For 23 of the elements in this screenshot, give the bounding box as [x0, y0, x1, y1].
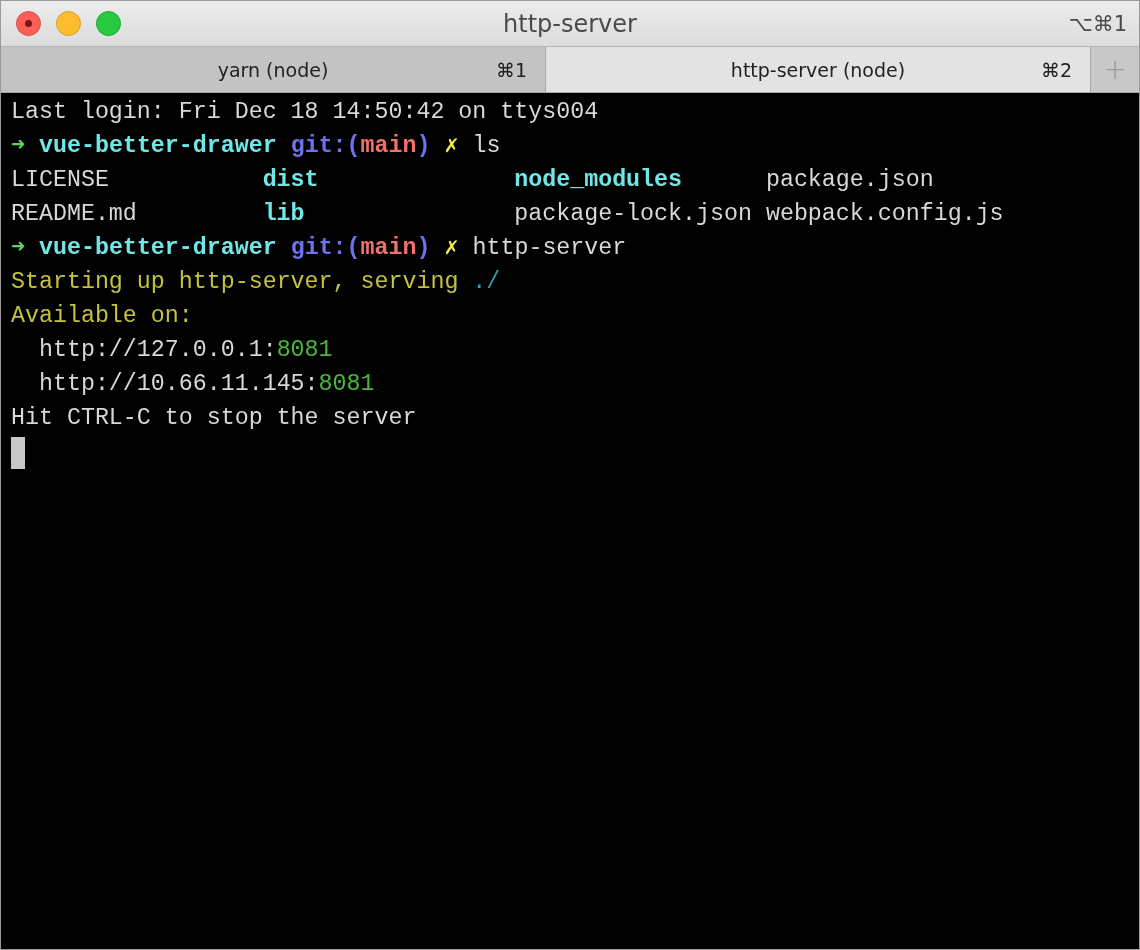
terminal-line: Last login: Fri Dec 18 14:50:42 on ttys004	[11, 98, 600, 127]
terminal-line: Available on:	[11, 302, 194, 331]
tab[interactable]: yarn (node) ⌘1	[1, 47, 546, 92]
directory-name: dist	[262, 166, 319, 195]
directory-name: node_modules	[514, 166, 683, 195]
terminal-line: http://127.0.0.1:8081	[37, 336, 334, 365]
file-name: package-lock.json	[514, 200, 752, 229]
terminal-line: Starting up http-server, serving ./	[11, 268, 502, 297]
file-name: package.json	[765, 166, 934, 195]
zoom-button[interactable]	[96, 11, 121, 36]
minimize-button[interactable]	[56, 11, 81, 36]
file-name: README.md	[11, 200, 137, 229]
prompt-line: ➜ vue-better-drawer git:(main) ✗ ls	[11, 132, 502, 161]
tab[interactable]: http-server (node) ⌘2	[546, 47, 1091, 92]
terminal-line: Hit CTRL-C to stop the server	[11, 404, 418, 433]
file-name: webpack.config.js	[765, 200, 1004, 229]
directory-name: lib	[262, 200, 305, 229]
prompt-line: ➜ vue-better-drawer git:(main) ✗ http-server	[11, 234, 628, 263]
terminal-line: http://10.66.11.145:8081	[37, 370, 376, 399]
window-title: http-server	[503, 9, 637, 38]
close-button[interactable]	[16, 11, 41, 36]
file-name: LICENSE	[11, 166, 109, 195]
window-shortcut: ⌥⌘1	[1068, 11, 1127, 36]
